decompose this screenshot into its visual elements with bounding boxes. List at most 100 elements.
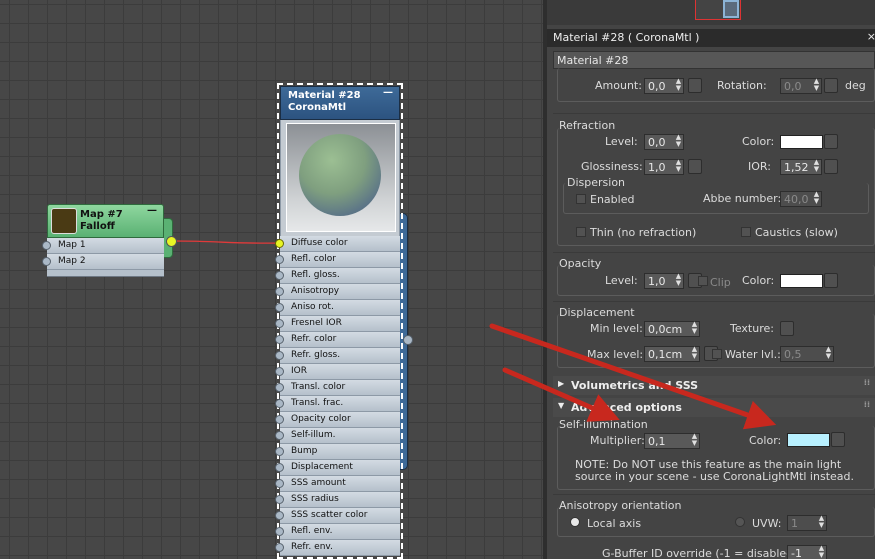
socket-icon[interactable] bbox=[275, 287, 284, 296]
glossiness-spinner[interactable]: 1,0 ▲ ▼ bbox=[644, 159, 684, 175]
map-output-socket[interactable] bbox=[166, 236, 177, 247]
thumbnail-slot[interactable] bbox=[723, 0, 739, 18]
material-slot[interactable]: Refl. color bbox=[275, 252, 400, 268]
material-slot[interactable]: SSS scatter color bbox=[275, 508, 400, 524]
socket-icon[interactable] bbox=[42, 257, 51, 266]
socket-icon[interactable] bbox=[275, 431, 284, 440]
socket-icon[interactable] bbox=[275, 463, 284, 472]
socket-icon[interactable] bbox=[275, 415, 284, 424]
self-illum-color-map-button[interactable] bbox=[831, 432, 845, 447]
rollout-advanced-options[interactable]: ▼ Advanced options ⁞⁞ bbox=[553, 398, 875, 417]
material-slot[interactable]: Fresnel IOR bbox=[275, 316, 400, 332]
material-node-header[interactable]: Material #28 CoronaMtl — bbox=[280, 86, 400, 120]
self-illum-color-swatch[interactable] bbox=[787, 433, 830, 447]
socket-icon[interactable] bbox=[275, 543, 284, 552]
material-name-field[interactable]: Material #28 bbox=[553, 51, 875, 69]
gbuffer-spinner[interactable]: -1 ▲ ▼ bbox=[787, 545, 827, 559]
material-slot[interactable]: Anisotropy bbox=[275, 284, 400, 300]
material-slot[interactable]: Refr. env. bbox=[275, 540, 400, 556]
socket-icon[interactable] bbox=[275, 335, 284, 344]
material-preview bbox=[280, 120, 400, 236]
multiplier-spinner[interactable]: 0,1 ▲ ▼ bbox=[644, 433, 700, 449]
material-slot[interactable]: SSS amount bbox=[275, 476, 400, 492]
rollout-volumetrics[interactable]: ▶ Volumetrics and SSS ⁞⁞ bbox=[553, 376, 875, 395]
caustics-checkbox[interactable] bbox=[741, 227, 751, 237]
socket-icon[interactable] bbox=[275, 511, 284, 520]
map-slot[interactable]: Map 1 bbox=[42, 238, 164, 254]
material-slot[interactable]: SSS radius bbox=[275, 492, 400, 508]
rotation-map-button[interactable] bbox=[824, 78, 838, 93]
water-level-spinner[interactable]: 0,5 ▲ ▼ bbox=[780, 346, 834, 362]
amount-map-button[interactable] bbox=[688, 78, 702, 93]
spinner-arrows-icon: ▲ ▼ bbox=[675, 272, 682, 287]
material-slot-label: Self-illum. bbox=[291, 430, 336, 440]
map-slot[interactable]: Map 2 bbox=[42, 254, 164, 270]
ior-map-button[interactable] bbox=[824, 159, 838, 174]
material-slot[interactable]: Transl. frac. bbox=[275, 396, 400, 412]
socket-icon[interactable] bbox=[275, 351, 284, 360]
socket-icon[interactable] bbox=[275, 495, 284, 504]
water-level-checkbox[interactable] bbox=[712, 349, 722, 359]
refraction-color-swatch[interactable] bbox=[780, 135, 823, 149]
material-slot-label: Refl. env. bbox=[291, 526, 333, 536]
close-icon[interactable]: × bbox=[867, 30, 875, 43]
thin-checkbox[interactable] bbox=[576, 227, 586, 237]
dispersion-enabled-checkbox[interactable] bbox=[576, 194, 586, 204]
socket-icon[interactable] bbox=[275, 319, 284, 328]
material-slot[interactable]: Refr. gloss. bbox=[275, 348, 400, 364]
socket-icon[interactable] bbox=[275, 271, 284, 280]
socket-icon[interactable] bbox=[275, 447, 284, 456]
glossiness-map-button[interactable] bbox=[688, 159, 702, 174]
texture-map-button[interactable] bbox=[780, 321, 794, 336]
socket-icon[interactable] bbox=[275, 255, 284, 264]
rotation-label: Rotation: bbox=[717, 79, 767, 92]
socket-icon[interactable] bbox=[275, 239, 284, 248]
amount-spinner[interactable]: 0,0 ▲ ▼ bbox=[644, 78, 684, 94]
spinner-arrows-icon: ▲ ▼ bbox=[818, 514, 825, 529]
gbuffer-label: G-Buffer ID override (-1 = disabled): bbox=[602, 547, 802, 559]
clip-checkbox[interactable] bbox=[698, 276, 708, 286]
material-slot[interactable]: Self-illum. bbox=[275, 428, 400, 444]
material-slot[interactable]: Diffuse color bbox=[275, 236, 400, 252]
refraction-level-spinner[interactable]: 0,0 ▲ ▼ bbox=[644, 134, 684, 150]
map-node-falloff[interactable]: Map #7 Falloff — Map 1 Map 2 bbox=[42, 204, 177, 277]
material-output-socket[interactable] bbox=[403, 335, 413, 345]
material-slot[interactable]: Refl. gloss. bbox=[275, 268, 400, 284]
socket-icon[interactable] bbox=[275, 527, 284, 536]
material-slot[interactable]: Displacement bbox=[275, 460, 400, 476]
node-editor-viewport[interactable]: Map #7 Falloff — Map 1 Map 2 Material #2… bbox=[0, 0, 543, 559]
spinner-arrows-icon: ▲ ▼ bbox=[675, 77, 682, 92]
refraction-level-label: Level: bbox=[605, 135, 638, 148]
socket-icon[interactable] bbox=[42, 241, 51, 250]
abbe-spinner[interactable]: 40,0 ▲ ▼ bbox=[780, 191, 822, 207]
socket-icon[interactable] bbox=[275, 399, 284, 408]
material-slot[interactable]: Bump bbox=[275, 444, 400, 460]
socket-icon[interactable] bbox=[275, 367, 284, 376]
min-level-spinner[interactable]: 0,0cm ▲ ▼ bbox=[644, 321, 700, 337]
ior-spinner[interactable]: 1,52 ▲ ▼ bbox=[780, 159, 822, 175]
material-slot[interactable]: IOR bbox=[275, 364, 400, 380]
max-level-spinner[interactable]: 0,1cm ▲ ▼ bbox=[644, 346, 700, 362]
map-node-header[interactable]: Map #7 Falloff — bbox=[47, 204, 164, 238]
material-slot[interactable]: Opacity color bbox=[275, 412, 400, 428]
minimize-icon[interactable]: — bbox=[383, 87, 393, 99]
material-node-coronamtl[interactable]: Material #28 CoronaMtl — Diffuse color Re… bbox=[275, 83, 403, 559]
opacity-level-spinner[interactable]: 1,0 ▲ ▼ bbox=[644, 273, 684, 289]
socket-icon[interactable] bbox=[275, 479, 284, 488]
uvw-spinner[interactable]: 1 ▲ ▼ bbox=[787, 515, 827, 531]
opacity-color-swatch[interactable] bbox=[780, 274, 823, 288]
minimize-icon[interactable]: — bbox=[147, 205, 157, 217]
material-slot-label: Anisotropy bbox=[291, 286, 340, 296]
material-slot-label: Refr. gloss. bbox=[291, 350, 341, 360]
refraction-color-map-button[interactable] bbox=[824, 134, 838, 149]
socket-icon[interactable] bbox=[275, 383, 284, 392]
socket-icon[interactable] bbox=[275, 303, 284, 312]
material-slot[interactable]: Refl. env. bbox=[275, 524, 400, 540]
uvw-radio[interactable] bbox=[735, 517, 745, 527]
material-slot[interactable]: Aniso rot. bbox=[275, 300, 400, 316]
rotation-spinner[interactable]: 0,0 ▲ ▼ bbox=[780, 78, 822, 94]
local-axis-radio[interactable] bbox=[570, 517, 580, 527]
material-slot[interactable]: Transl. color bbox=[275, 380, 400, 396]
opacity-color-map-button[interactable] bbox=[824, 273, 838, 288]
material-slot[interactable]: Refr. color bbox=[275, 332, 400, 348]
